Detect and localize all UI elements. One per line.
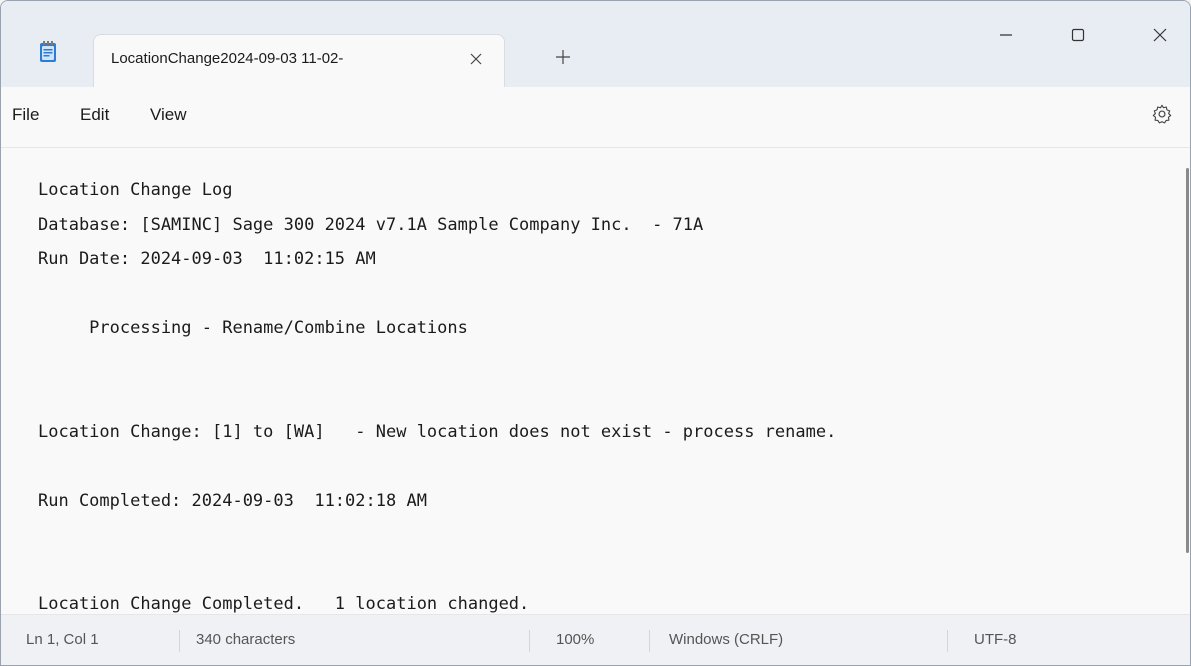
status-cursor-position[interactable]: Ln 1, Col 1 [26,631,99,648]
editor-line: Run Date: 2024-09-03 11:02:15 AM [38,249,376,269]
notepad-app-icon [40,41,56,62]
status-bar: Ln 1, Col 1 340 characters 100% Windows … [1,614,1190,665]
tab-title: LocationChange2024-09-03 11-02- [111,50,344,67]
menu-file[interactable]: File [12,105,39,125]
maximize-icon[interactable] [1055,15,1101,55]
status-divider [529,630,530,652]
status-line-ending[interactable]: Windows (CRLF) [669,631,783,648]
editor-line: Database: [SAMINC] Sage 300 2024 v7.1A S… [38,214,704,235]
gear-icon[interactable] [1151,103,1173,125]
tab-close-icon[interactable] [464,47,488,71]
status-encoding[interactable]: UTF-8 [974,631,1017,648]
menu-edit[interactable]: Edit [80,105,109,125]
tab-document[interactable]: LocationChange2024-09-03 11-02- [93,34,505,88]
menu-view[interactable]: View [150,105,187,125]
editor-line: Location Change Log [38,180,233,200]
editor-content[interactable]: Location Change Log Database: [SAMINC] S… [38,173,836,622]
status-divider [649,630,650,652]
window-close-icon[interactable] [1137,15,1183,55]
status-zoom[interactable]: 100% [556,631,594,648]
notepad-window: LocationChange2024-09-03 11-02- File Edi… [0,0,1191,666]
vertical-scrollbar[interactable] [1186,168,1189,553]
status-divider [179,630,180,652]
title-bar[interactable]: LocationChange2024-09-03 11-02- [1,1,1190,88]
editor-line: Processing - Rename/Combine Locations [38,318,468,338]
minimize-icon[interactable] [983,15,1029,55]
editor-line: Location Change: [1] to [WA] - New locat… [38,421,837,442]
status-character-count: 340 characters [196,631,296,648]
text-editor[interactable]: Location Change Log Database: [SAMINC] S… [1,148,1190,614]
editor-line: Run Completed: 2024-09-03 11:02:18 AM [38,490,427,511]
status-divider [947,630,948,652]
new-tab-plus-icon[interactable] [551,45,575,69]
menu-bar: File Edit View [1,87,1190,148]
